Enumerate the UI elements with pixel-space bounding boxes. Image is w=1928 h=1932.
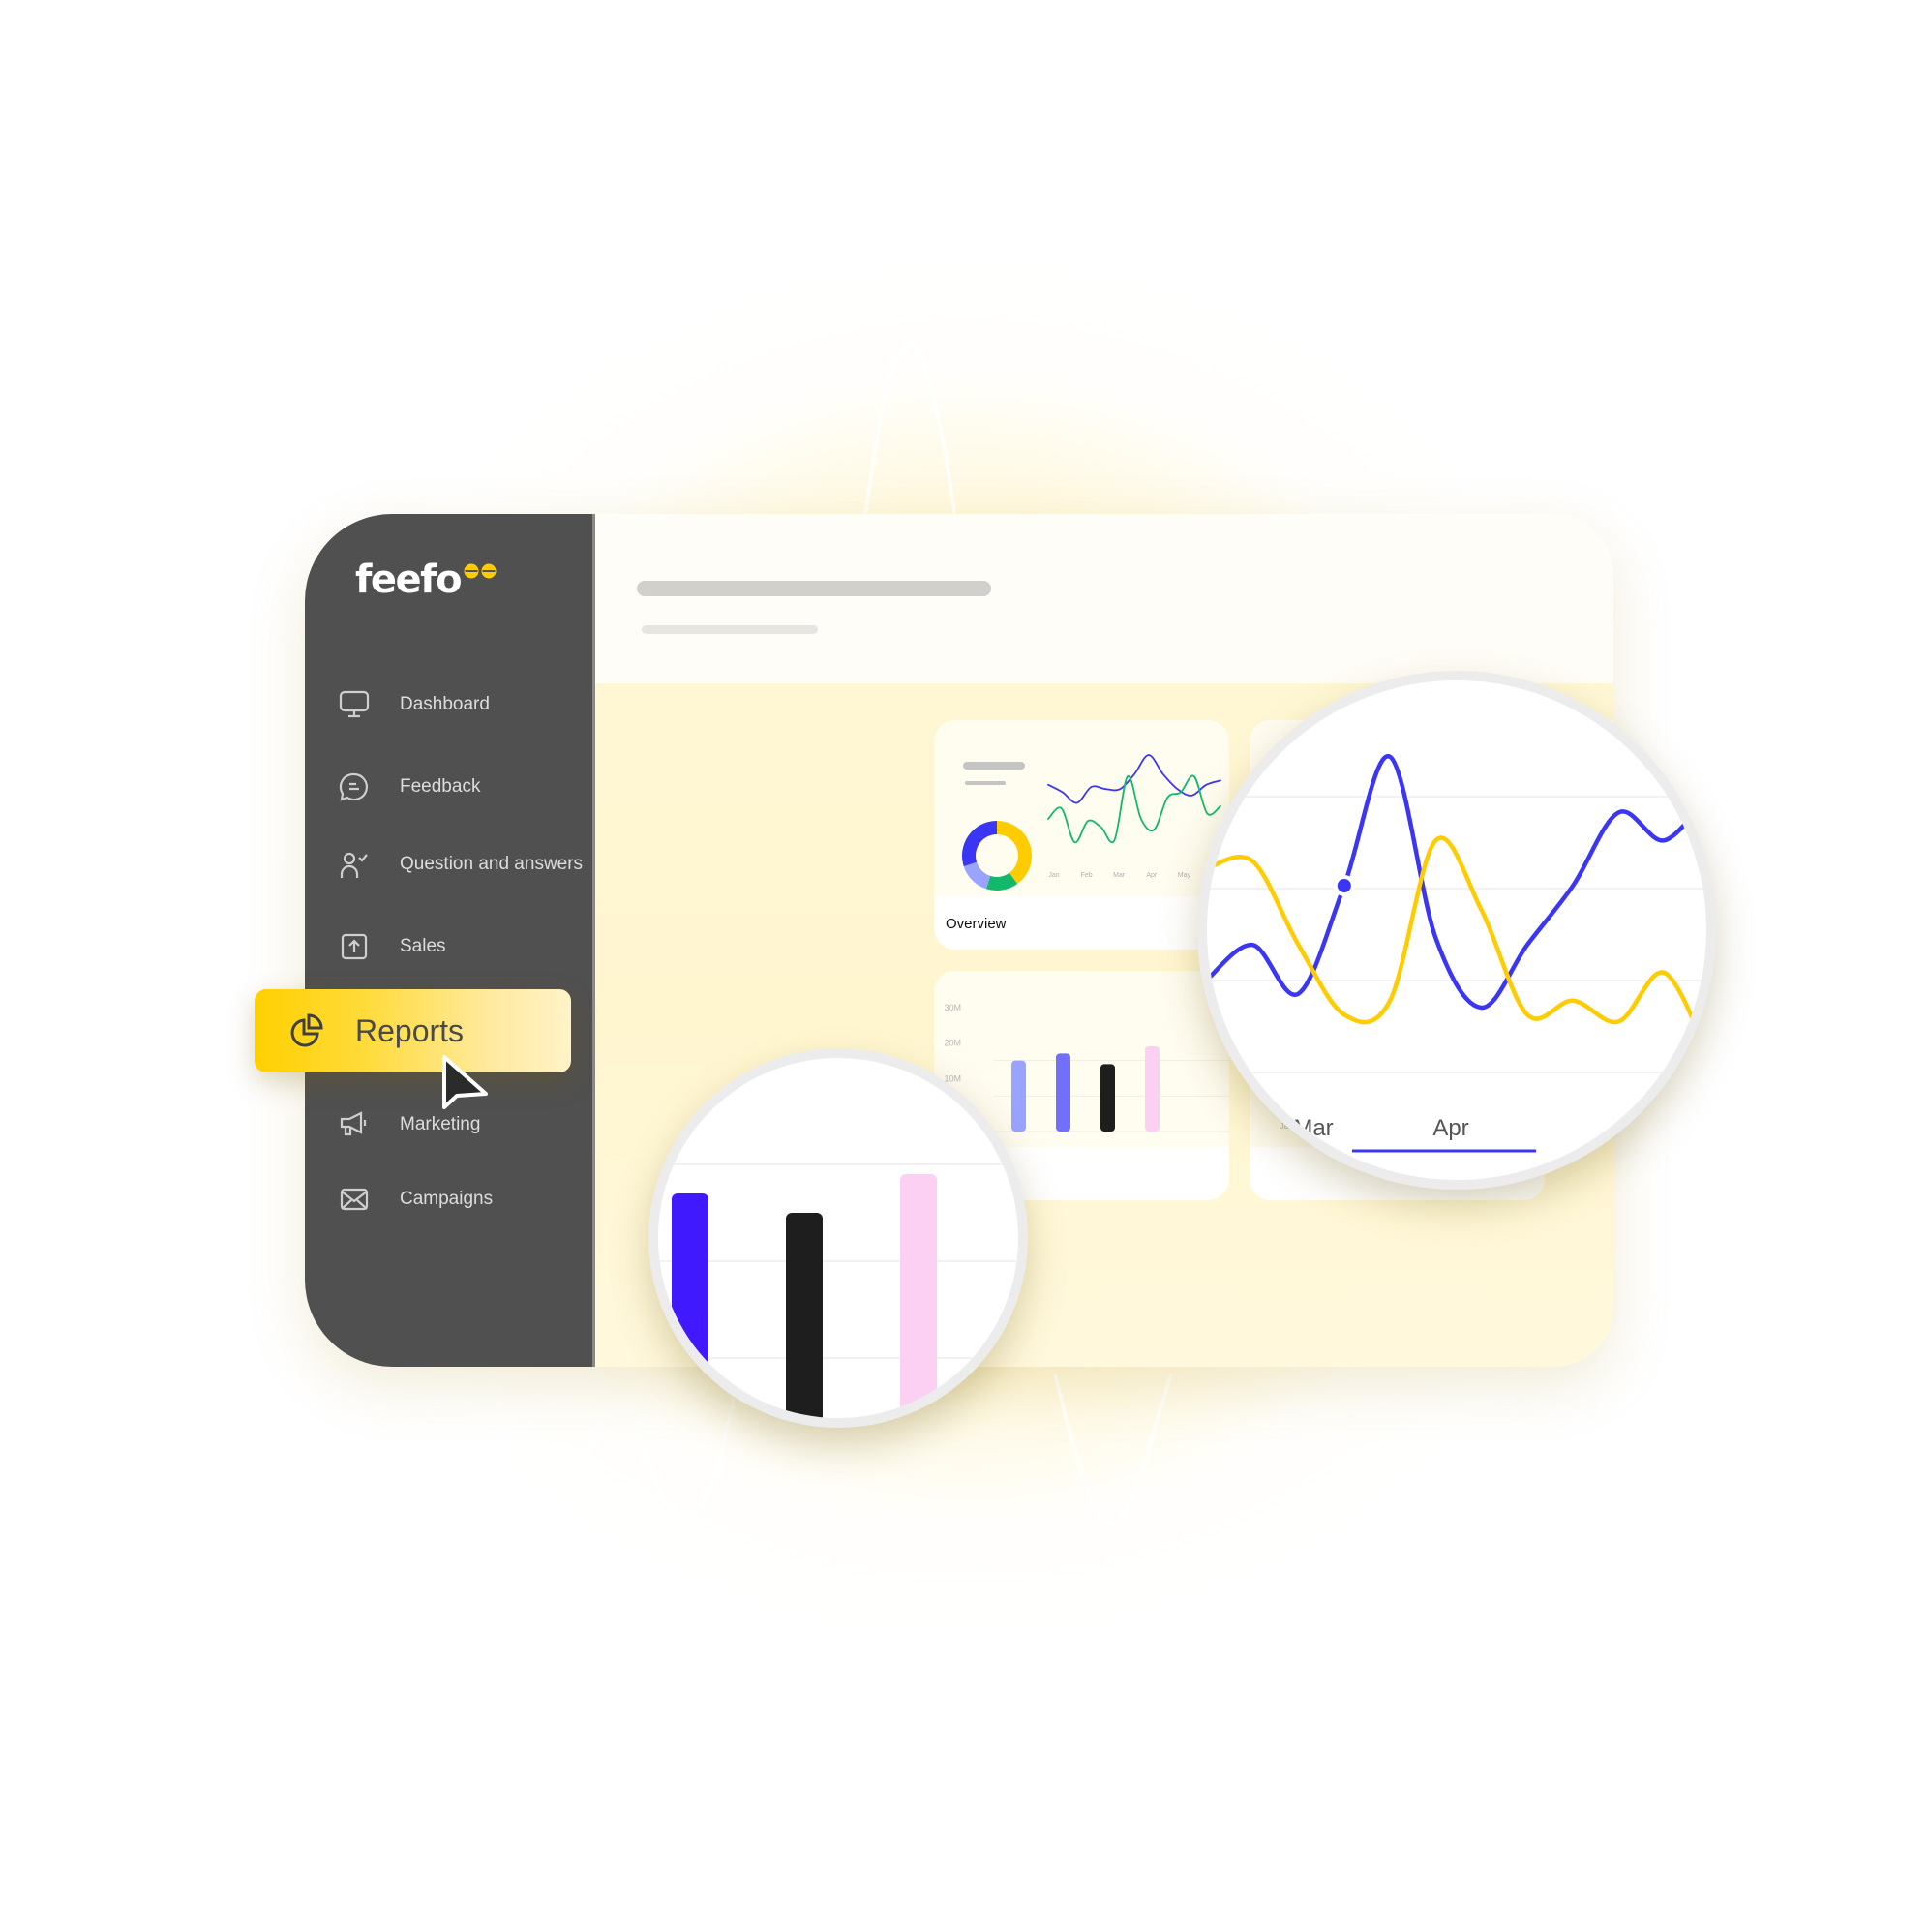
background-wave <box>1053 1374 1173 1527</box>
bar <box>672 1193 708 1418</box>
page-header <box>595 514 1613 683</box>
sidebar-item-dashboard[interactable]: Dashboard <box>338 685 490 724</box>
sidebar-item-label: Question and answers <box>400 854 584 874</box>
pie-slice-blue <box>962 821 997 867</box>
x-tick-label: May <box>1178 872 1191 879</box>
chat-bubble-icon <box>338 770 371 803</box>
pie-chart-icon <box>290 1013 323 1047</box>
overview-plot: JanFebMarAprMayJun <box>934 720 1229 896</box>
sidebar-item-label: Dashboard <box>400 694 490 714</box>
zoomed-bar-chart <box>658 1163 1018 1418</box>
bar <box>900 1174 937 1418</box>
bar <box>1145 1046 1160 1132</box>
feefo-logo[interactable]: feefo <box>355 560 497 599</box>
y-tick-label: 20M <box>944 1039 961 1048</box>
bar-chart-magnifier <box>648 1048 1028 1428</box>
bar <box>786 1213 823 1418</box>
line-chart-magnifier: Mar Apr <box>1197 671 1716 1190</box>
sidebar-item-campaigns[interactable]: Campaigns <box>338 1180 493 1219</box>
sidebar-item-question-and-answers[interactable]: Question and answers <box>338 845 583 884</box>
overview-line-chart: JanFebMarAprMayJun <box>1047 754 1222 879</box>
user-check-icon <box>338 848 371 881</box>
sidebar-item-label: Feedback <box>400 776 481 797</box>
mouse-pointer-icon <box>442 1055 488 1109</box>
x-tick-label: Apr <box>1146 872 1158 879</box>
x-tick-label: Feb <box>1081 872 1093 879</box>
x-tick-label: Apr <box>1432 1115 1468 1141</box>
bar <box>1056 1053 1070 1132</box>
sidebar-item-label: Campaigns <box>400 1189 494 1209</box>
zoomed-line-chart: Mar Apr <box>1207 754 1706 1153</box>
logo-eyes-icon <box>464 563 497 579</box>
sidebar-item-label: Marketing <box>400 1114 481 1134</box>
overview-card[interactable]: JanFebMarAprMayJun Overview <box>934 720 1229 950</box>
legend-placeholder <box>965 781 1006 785</box>
bar <box>1100 1064 1115 1132</box>
card-title: Overview <box>946 916 1007 932</box>
sidebar: feefo Dashboard Feedback Question and an… <box>305 514 595 1367</box>
pie-slice-lavender <box>963 861 991 890</box>
pie-slice-yellow <box>997 821 1032 885</box>
x-tick-label: Mar <box>1113 872 1126 879</box>
title-placeholder <box>637 581 991 596</box>
upload-box-icon <box>338 930 371 963</box>
x-tick-label: Mar <box>1293 1115 1333 1141</box>
sidebar-item-label: Sales <box>400 936 446 956</box>
overview-donut-chart <box>962 821 1032 891</box>
sidebar-item-label: Reports <box>355 1012 465 1048</box>
x-tick-label: Jan <box>1048 872 1059 879</box>
y-tick-label: 30M <box>944 1003 961 1012</box>
series-line-green <box>1047 774 1221 844</box>
series-line-yellow <box>1207 835 1706 1057</box>
subtitle-placeholder <box>642 625 818 634</box>
sidebar-item-feedback[interactable]: Feedback <box>338 768 480 806</box>
monitor-icon <box>338 688 371 721</box>
logo-text: feefo <box>355 558 463 602</box>
envelope-icon <box>338 1183 371 1216</box>
series-line-blue <box>1207 754 1706 1011</box>
highlight-point <box>1333 875 1355 896</box>
sidebar-item-reports[interactable]: Reports <box>255 989 571 1072</box>
background-wave <box>859 341 960 543</box>
megaphone-icon <box>338 1108 371 1141</box>
legend-placeholder <box>963 762 1025 770</box>
sidebar-item-sales[interactable]: Sales <box>338 927 446 966</box>
